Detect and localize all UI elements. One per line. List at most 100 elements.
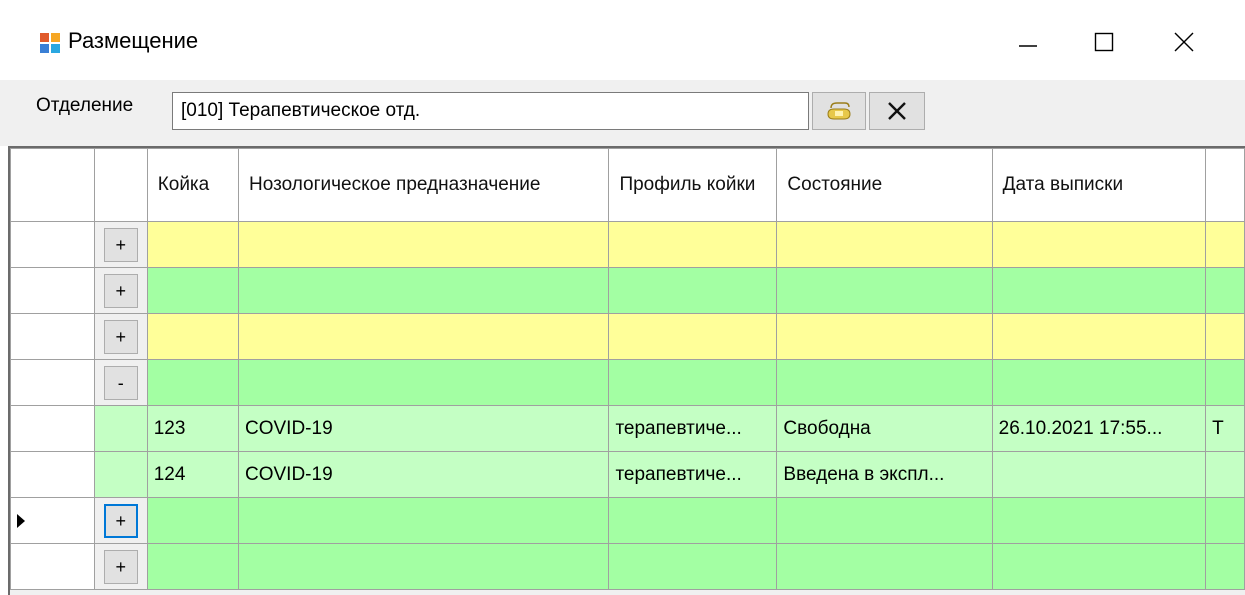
extra-cell[interactable]: [1205, 451, 1245, 498]
row-header[interactable]: [10, 267, 95, 314]
group-row[interactable]: -: [10, 359, 1245, 406]
cell[interactable]: [776, 543, 993, 590]
column-header-state[interactable]: Состояние: [776, 148, 993, 222]
window-title: Размещение: [68, 28, 199, 53]
maximize-icon: [1094, 32, 1114, 52]
cell[interactable]: [237, 497, 610, 544]
expand-cell: +: [93, 267, 148, 314]
discharge-date-cell[interactable]: [991, 451, 1207, 498]
expand-button[interactable]: +: [103, 503, 138, 538]
minimize-icon: [1019, 45, 1037, 47]
column-header-bed[interactable]: Койка: [146, 148, 240, 222]
group-row-current[interactable]: +: [10, 497, 1245, 544]
nosology-cell[interactable]: COVID-19: [237, 405, 610, 452]
expand-cell: +: [93, 221, 148, 268]
bed-row[interactable]: 123 COVID-19 терапевтиче... Свободна 26.…: [10, 405, 1245, 452]
expand-button[interactable]: +: [103, 549, 138, 584]
cell[interactable]: [608, 543, 778, 590]
cell[interactable]: [991, 359, 1207, 406]
bed-row[interactable]: 124 COVID-19 терапевтиче... Введена в эк…: [10, 451, 1245, 498]
clear-department-button[interactable]: [869, 92, 925, 130]
group-row[interactable]: +: [10, 221, 1245, 268]
discharge-date-cell[interactable]: 26.10.2021 17:55...: [991, 405, 1207, 452]
cell[interactable]: [991, 267, 1207, 314]
cell[interactable]: [608, 497, 778, 544]
column-header-profile[interactable]: Профиль койки: [608, 148, 778, 222]
indent-cell: [93, 451, 148, 498]
cell[interactable]: [237, 313, 610, 360]
indent-cell: [93, 405, 148, 452]
cell[interactable]: [146, 267, 240, 314]
cell[interactable]: [146, 497, 240, 544]
title-bar: Размещение: [0, 0, 1245, 80]
expand-button[interactable]: +: [103, 227, 138, 262]
cell[interactable]: [776, 221, 993, 268]
cell[interactable]: [146, 359, 240, 406]
profile-cell[interactable]: терапевтиче...: [608, 451, 778, 498]
cell[interactable]: [991, 221, 1207, 268]
cell[interactable]: [237, 267, 610, 314]
row-header[interactable]: [10, 497, 95, 544]
select-department-button[interactable]: [812, 92, 866, 130]
clear-icon: [888, 102, 906, 120]
cell[interactable]: [608, 221, 778, 268]
maximize-button[interactable]: [1072, 16, 1136, 68]
beds-table: Койка Нозологическое предназначение Проф…: [10, 148, 1245, 590]
group-row[interactable]: +: [10, 543, 1245, 590]
expand-column: [93, 148, 148, 222]
row-header[interactable]: [10, 313, 95, 360]
cell[interactable]: [608, 313, 778, 360]
cell[interactable]: [237, 359, 610, 406]
close-icon: [1174, 32, 1194, 52]
group-row[interactable]: +: [10, 267, 1245, 314]
state-cell[interactable]: Свободна: [776, 405, 993, 452]
cell[interactable]: [1205, 497, 1245, 544]
cell[interactable]: [608, 267, 778, 314]
bed-number-cell[interactable]: 123: [146, 405, 240, 452]
row-header[interactable]: [10, 451, 95, 498]
bed-number-cell[interactable]: 124: [146, 451, 240, 498]
cell[interactable]: [1205, 221, 1245, 268]
row-header[interactable]: [10, 543, 95, 590]
department-field[interactable]: [010] Терапевтическое отд.: [172, 92, 809, 130]
state-cell[interactable]: Введена в экспл...: [776, 451, 993, 498]
cell[interactable]: [991, 313, 1207, 360]
expand-button[interactable]: +: [103, 319, 138, 354]
cell[interactable]: [1205, 543, 1245, 590]
cell[interactable]: [776, 267, 993, 314]
group-row[interactable]: +: [10, 313, 1245, 360]
close-button[interactable]: [1152, 16, 1216, 68]
expand-cell: -: [93, 359, 148, 406]
cell[interactable]: [146, 543, 240, 590]
cell[interactable]: [1205, 313, 1245, 360]
row-header[interactable]: [10, 359, 95, 406]
minimize-button[interactable]: [996, 16, 1060, 68]
department-label: Отделение: [36, 95, 134, 116]
column-header-nosology[interactable]: Нозологическое предназначение: [237, 148, 610, 222]
profile-cell[interactable]: терапевтиче...: [608, 405, 778, 452]
extra-cell[interactable]: Т: [1205, 405, 1245, 452]
cell[interactable]: [991, 497, 1207, 544]
cell[interactable]: [146, 221, 240, 268]
cell[interactable]: [608, 359, 778, 406]
column-header-extra: [1205, 148, 1245, 222]
beds-grid: Койка Нозологическое предназначение Проф…: [8, 146, 1245, 595]
cell[interactable]: [776, 313, 993, 360]
nosology-cell[interactable]: COVID-19: [237, 451, 610, 498]
row-header[interactable]: [10, 221, 95, 268]
expand-button[interactable]: +: [103, 273, 138, 308]
expand-cell: +: [93, 313, 148, 360]
app-icon: [40, 33, 60, 53]
cell[interactable]: [237, 221, 610, 268]
cell[interactable]: [146, 313, 240, 360]
header-row: Койка Нозологическое предназначение Проф…: [10, 148, 1245, 222]
collapse-button[interactable]: -: [103, 365, 138, 400]
cell[interactable]: [776, 359, 993, 406]
column-header-discharge-date[interactable]: Дата выписки: [991, 148, 1207, 222]
cell[interactable]: [1205, 267, 1245, 314]
cell[interactable]: [237, 543, 610, 590]
cell[interactable]: [1205, 359, 1245, 406]
cell[interactable]: [991, 543, 1207, 590]
row-header[interactable]: [10, 405, 95, 452]
cell[interactable]: [776, 497, 993, 544]
